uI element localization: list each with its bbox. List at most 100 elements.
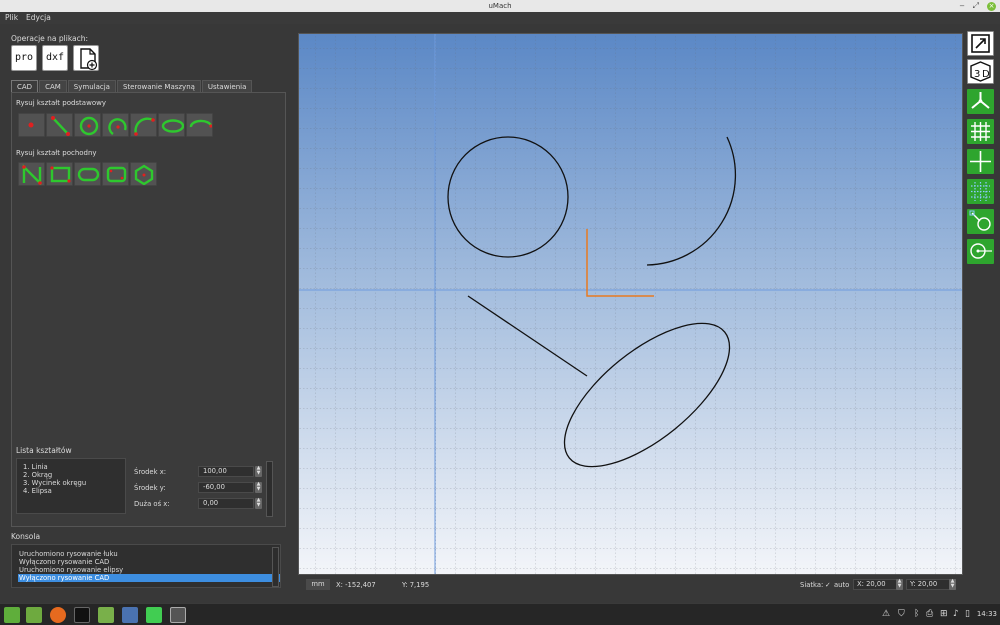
center-y-input[interactable]: -60,00 xyxy=(198,482,254,493)
maximize-icon[interactable]: ⤢ xyxy=(973,1,979,11)
grid-button[interactable] xyxy=(967,119,994,144)
tab-bar: CAD CAM Symulacja Sterowanie Maszyną Ust… xyxy=(11,80,253,92)
circle-tool-icon xyxy=(79,116,99,136)
circle-tool-button[interactable] xyxy=(74,113,101,137)
snap-object-button[interactable] xyxy=(967,209,994,234)
console-line: Wyłączono rysowanie CAD xyxy=(19,558,110,566)
center-y-stepper-icon[interactable]: ▲ ▼ xyxy=(255,482,262,493)
console-line-selected[interactable]: Wyłączono rysowanie CAD xyxy=(18,574,280,582)
console-line: Uruchomiono rysowanie łuku xyxy=(19,550,118,558)
new-file-button[interactable] xyxy=(73,45,99,71)
shield-icon[interactable]: ⛉ xyxy=(898,609,905,619)
grid-x-stepper-icon[interactable]: ▲ ▼ xyxy=(896,579,903,590)
files-icon[interactable] xyxy=(98,607,114,623)
unit-button[interactable]: mm xyxy=(306,579,330,590)
volume-icon[interactable]: ♪ xyxy=(953,609,959,619)
close-icon[interactable]: × xyxy=(987,1,996,11)
axes-icon xyxy=(971,92,990,109)
qt-creator-icon[interactable] xyxy=(146,607,162,623)
tab-sterowanie[interactable]: Sterowanie Maszyną xyxy=(116,80,201,92)
polyline-tool-icon xyxy=(22,164,42,185)
major-axis-label: Duża oś x: xyxy=(134,500,170,508)
center-x-stepper-icon[interactable]: ▲ ▼ xyxy=(255,466,262,477)
polygon-tool-button[interactable] xyxy=(130,162,157,186)
window-title: uMach xyxy=(488,2,512,10)
canvas-drawing[interactable] xyxy=(299,34,963,575)
dxf-file-icon: dxf xyxy=(45,52,65,63)
shape-list[interactable]: 1. Linia 2. Okrąg 3. Wycinek okręgu 4. E… xyxy=(16,458,126,514)
battery-icon[interactable]: ▯ xyxy=(965,609,970,619)
console-log[interactable]: Uruchomiono rysowanie łuku Wyłączono rys… xyxy=(11,544,281,588)
minimize-icon[interactable]: ‒ xyxy=(960,1,965,11)
derived-shapes-toolbar xyxy=(18,162,157,186)
shape-list-item[interactable]: 2. Okrąg xyxy=(23,471,119,479)
fit-view-button[interactable] xyxy=(967,31,994,56)
3d-view-button[interactable]: 3D xyxy=(967,59,994,84)
pro-file-button[interactable]: pro xyxy=(11,45,37,71)
grid-auto-checkbox[interactable]: ✓ xyxy=(825,580,831,590)
bluetooth-icon[interactable]: ᛒ xyxy=(914,609,919,619)
snap-object-icon xyxy=(969,210,991,231)
shape-list-item[interactable]: 4. Elipsa xyxy=(23,487,119,495)
rectangle-tool-button[interactable] xyxy=(46,162,73,186)
rounded-rectangle-tool-button[interactable] xyxy=(102,162,129,186)
umach-app-icon[interactable] xyxy=(170,607,186,623)
arc-3point-tool-icon xyxy=(134,117,155,136)
slot-tool-icon xyxy=(77,167,100,182)
properties-scrollbar[interactable] xyxy=(266,461,273,517)
svg-text:D: D xyxy=(982,69,990,80)
major-axis-stepper-icon[interactable]: ▲ ▼ xyxy=(255,498,262,509)
printer-icon[interactable]: ⎙ xyxy=(926,609,933,619)
ellipse-tool-button[interactable] xyxy=(158,113,185,137)
center-x-input[interactable]: 100,00 xyxy=(198,466,254,477)
status-bar: mm X: -152,407 Y: 7,195 Siatka: ✓ auto X… xyxy=(298,578,963,592)
crosshair-button[interactable] xyxy=(967,149,994,174)
firefox-icon[interactable] xyxy=(50,607,66,623)
drawing-canvas[interactable] xyxy=(298,33,963,575)
shape-list-item[interactable]: 1. Linia xyxy=(23,463,119,471)
svg-text:3: 3 xyxy=(974,69,980,80)
snap-grid-icon xyxy=(971,182,990,201)
polyline-tool-button[interactable] xyxy=(18,162,45,186)
slot-tool-button[interactable] xyxy=(74,162,101,186)
menu-plik[interactable]: Plik xyxy=(5,12,18,24)
mail-icon[interactable] xyxy=(122,607,138,623)
arc-3point-tool-button[interactable] xyxy=(130,113,157,137)
dxf-file-button[interactable]: dxf xyxy=(42,45,68,71)
ellipse-arc-tool-button[interactable] xyxy=(186,113,213,137)
axes-button[interactable] xyxy=(967,89,994,114)
ellipse-arc-tool-icon xyxy=(189,119,212,128)
basic-shapes-toolbar xyxy=(18,113,213,137)
snap-grid-button[interactable] xyxy=(967,179,994,204)
grid-icon xyxy=(971,122,990,141)
grid-y-stepper-icon[interactable]: ▲ ▼ xyxy=(949,579,956,590)
arc-tool-button[interactable] xyxy=(102,113,129,137)
window-controls: ‒ ⤢ × xyxy=(960,1,996,11)
clock[interactable]: 14:33 xyxy=(977,610,997,618)
menu-edycja[interactable]: Edycja xyxy=(26,12,51,24)
network-icon[interactable]: ⊞ xyxy=(940,609,948,619)
center-x-label: Środek x: xyxy=(134,468,167,476)
tab-cad[interactable]: CAD xyxy=(11,80,39,92)
terminal-icon[interactable] xyxy=(74,607,90,623)
desktop-icon[interactable] xyxy=(26,607,42,623)
console-label: Konsola xyxy=(11,532,41,541)
grid-label: Siatka: xyxy=(800,581,824,589)
file-ops-label: Operacje na plikach: xyxy=(11,34,89,43)
window-titlebar: uMach xyxy=(0,0,1000,12)
tab-cam[interactable]: CAM xyxy=(39,80,67,92)
point-tool-icon xyxy=(28,122,34,128)
shape-list-label: Lista kształtów xyxy=(16,446,72,455)
tab-symulacja[interactable]: Symulacja xyxy=(67,80,116,92)
console-scrollbar[interactable] xyxy=(272,547,279,587)
snap-center-button[interactable] xyxy=(967,239,994,264)
shape-list-item[interactable]: 3. Wycinek okręgu xyxy=(23,479,119,487)
start-menu-icon[interactable] xyxy=(4,607,20,623)
rectangle-tool-icon xyxy=(50,166,71,183)
major-axis-input[interactable]: 0,00 xyxy=(198,498,254,509)
line-tool-icon xyxy=(51,116,70,136)
tab-ustawienia[interactable]: Ustawienia xyxy=(201,80,253,92)
point-tool-button[interactable] xyxy=(18,113,45,137)
line-tool-button[interactable] xyxy=(46,113,73,137)
warning-icon[interactable]: ⚠ xyxy=(882,609,890,619)
